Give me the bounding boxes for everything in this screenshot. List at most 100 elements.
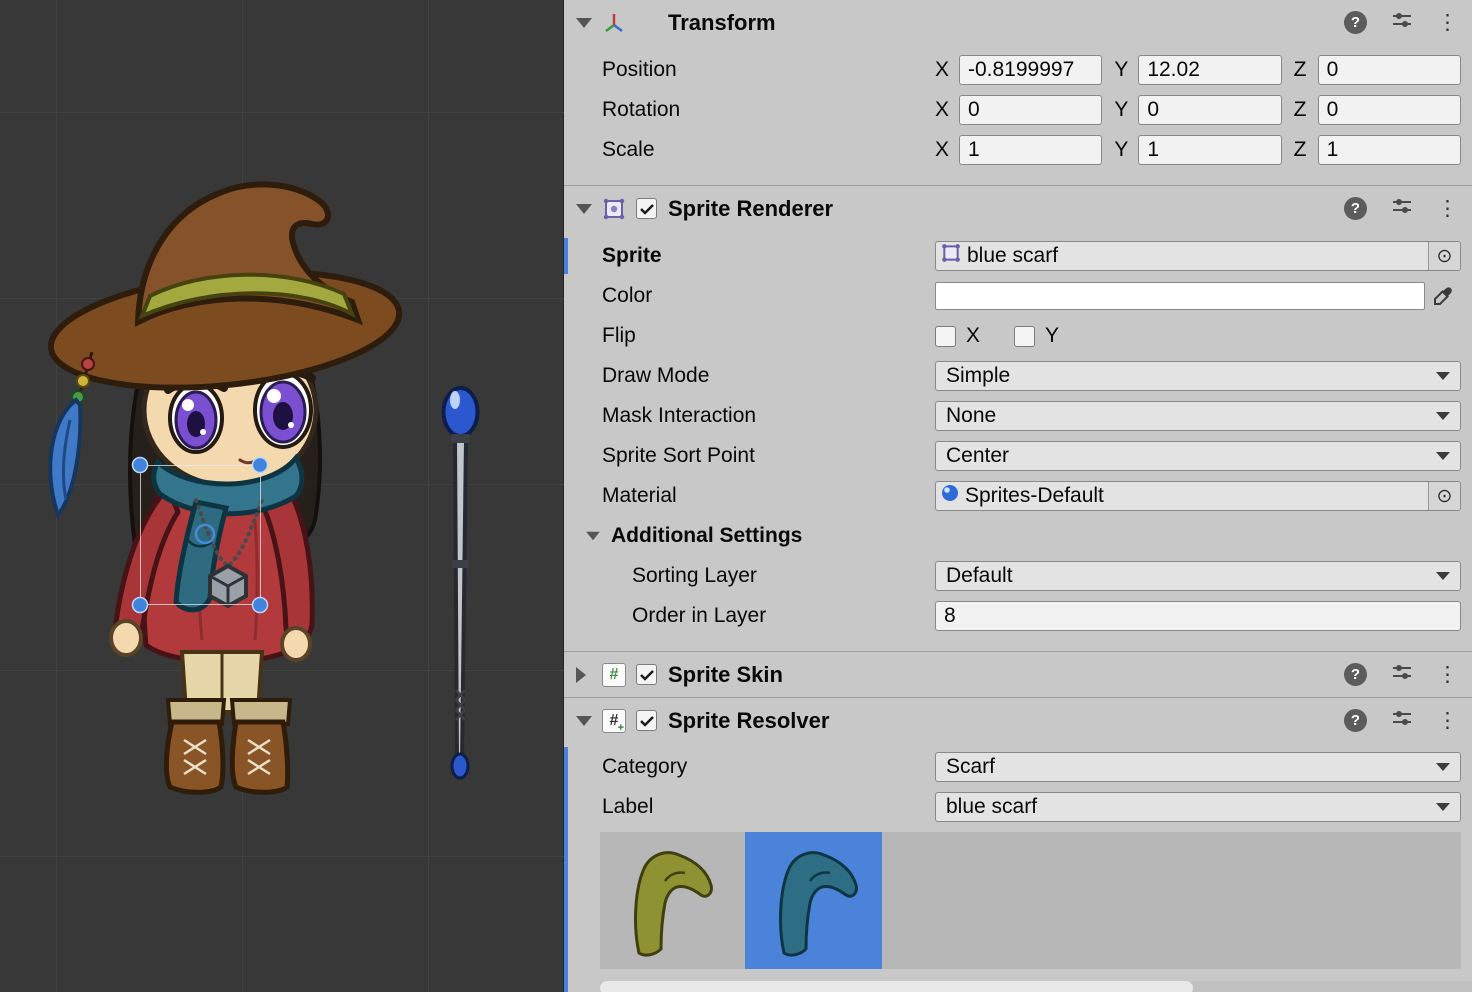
position-x-field[interactable]: -0.8199997	[959, 55, 1102, 85]
handle-top-left[interactable]	[133, 458, 148, 473]
transform-icon	[602, 11, 636, 35]
plus-glyph: +	[618, 722, 624, 734]
foldout-open-icon[interactable]	[576, 18, 592, 28]
additional-settings-label: Additional Settings	[611, 524, 944, 548]
draw-mode-value: Simple	[946, 364, 1010, 388]
material-sphere-icon	[941, 484, 959, 508]
axis-z-label: Z	[1294, 58, 1318, 82]
sorting-layer-row: Sorting Layer Default	[564, 561, 1472, 591]
menu-icon[interactable]: ⋮	[1437, 710, 1458, 731]
sprite-renderer-component: Sprite Renderer ? ⋮ Sprite	[564, 185, 1472, 651]
menu-icon[interactable]: ⋮	[1437, 664, 1458, 685]
character-sprite[interactable]	[45, 184, 405, 792]
rotation-row: Rotation X 0 Y 0 Z 0	[564, 95, 1472, 125]
material-object-value: Sprites-Default	[965, 484, 1104, 508]
component-title: Sprite Renderer	[668, 196, 833, 222]
foldout-closed-icon[interactable]	[576, 667, 586, 683]
scrollbar-thumb[interactable]	[600, 981, 1193, 992]
draw-mode-label: Draw Mode	[602, 364, 935, 388]
flip-y-checkbox[interactable]	[1014, 326, 1035, 347]
order-in-layer-field[interactable]: 8	[935, 601, 1461, 631]
help-icon[interactable]: ?	[1344, 663, 1367, 686]
sprite-object-value: blue scarf	[967, 244, 1058, 268]
rotation-label: Rotation	[602, 98, 935, 122]
foldout-open-icon[interactable]	[576, 716, 592, 726]
presets-icon[interactable]	[1391, 661, 1413, 689]
sprite-skin-component: # Sprite Skin ? ⋮	[564, 651, 1472, 697]
handle-bottom-right[interactable]	[253, 598, 268, 613]
sprite-sort-point-dropdown[interactable]: Center	[935, 441, 1461, 471]
chevron-down-icon	[1436, 452, 1450, 460]
object-picker-icon[interactable]: ⊙	[1428, 242, 1460, 270]
component-title: Sprite Resolver	[668, 708, 829, 734]
position-y-field[interactable]: 12.02	[1138, 55, 1281, 85]
presets-icon[interactable]	[1391, 707, 1413, 735]
rotation-z-field[interactable]: 0	[1318, 95, 1461, 125]
scene-view[interactable]	[0, 0, 564, 992]
label-dropdown[interactable]: blue scarf	[935, 792, 1461, 822]
presets-icon[interactable]	[1391, 195, 1413, 223]
sprite-object-field[interactable]: blue scarf ⊙	[935, 241, 1461, 271]
component-enabled-checkbox[interactable]	[636, 664, 657, 685]
position-z-field[interactable]: 0	[1318, 55, 1461, 85]
eyedropper-icon[interactable]	[1425, 286, 1461, 306]
sprite-thumbnail-icon	[941, 243, 961, 269]
material-object-field[interactable]: Sprites-Default ⊙	[935, 481, 1461, 511]
sprite-skin-header[interactable]: # Sprite Skin ? ⋮	[564, 652, 1472, 697]
sorting-layer-label: Sorting Layer	[632, 564, 935, 588]
axis-y-label: Y	[1114, 98, 1138, 122]
sprite-label: Sprite	[602, 244, 935, 268]
label-value: blue scarf	[946, 795, 1037, 819]
category-row: Category Scarf	[564, 752, 1472, 782]
thumbnail-green-scarf[interactable]	[600, 832, 737, 969]
scale-label: Scale	[602, 138, 935, 162]
transform-header[interactable]: Transform ? ⋮	[564, 0, 1472, 45]
transform-component: Transform ? ⋮ Position X -0.8199997 Y	[564, 0, 1472, 185]
foldout-open-icon[interactable]	[576, 204, 592, 214]
object-picker-icon[interactable]: ⊙	[1428, 482, 1460, 510]
menu-icon[interactable]: ⋮	[1437, 12, 1458, 33]
sorting-layer-dropdown[interactable]: Default	[935, 561, 1461, 591]
rotation-x-field[interactable]: 0	[959, 95, 1102, 125]
help-icon[interactable]: ?	[1344, 11, 1367, 34]
draw-mode-row: Draw Mode Simple	[564, 361, 1472, 391]
axis-x-label: X	[935, 98, 959, 122]
menu-icon[interactable]: ⋮	[1437, 198, 1458, 219]
help-icon[interactable]: ?	[1344, 197, 1367, 220]
scale-x-field[interactable]: 1	[959, 135, 1102, 165]
component-title: Transform	[668, 10, 776, 36]
sprite-sort-point-row: Sprite Sort Point Center	[564, 441, 1472, 471]
sprite-sort-point-label: Sprite Sort Point	[602, 444, 935, 468]
component-enabled-checkbox[interactable]	[636, 198, 657, 219]
additional-settings-foldout[interactable]: Additional Settings	[564, 521, 1472, 551]
sprite-resolver-header[interactable]: #+ Sprite Resolver ? ⋮	[564, 698, 1472, 743]
mask-interaction-dropdown[interactable]: None	[935, 401, 1461, 431]
handle-bottom-left[interactable]	[133, 598, 148, 613]
category-dropdown[interactable]: Scarf	[935, 752, 1461, 782]
draw-mode-dropdown[interactable]: Simple	[935, 361, 1461, 391]
foldout-open-icon[interactable]	[586, 532, 600, 541]
handle-top-right[interactable]	[253, 458, 268, 473]
flip-x-label: X	[966, 324, 980, 348]
staff-sprite[interactable]	[444, 388, 478, 778]
help-icon[interactable]: ?	[1344, 709, 1367, 732]
chevron-down-icon	[1436, 572, 1450, 580]
flip-x-checkbox[interactable]	[935, 326, 956, 347]
sprite-thumbnail-strip	[600, 832, 1461, 969]
component-title: Sprite Skin	[668, 662, 783, 688]
color-label: Color	[602, 284, 935, 308]
presets-icon[interactable]	[1391, 9, 1413, 37]
scale-y-field[interactable]: 1	[1138, 135, 1281, 165]
flip-y-label: Y	[1045, 324, 1059, 348]
material-row: Material Sprites-Default ⊙	[564, 481, 1472, 511]
scale-z-field[interactable]: 1	[1318, 135, 1461, 165]
sprite-renderer-icon	[602, 197, 636, 221]
thumbnail-scrollbar[interactable]	[600, 981, 1472, 992]
witch-hat	[45, 184, 405, 403]
material-label: Material	[602, 484, 935, 508]
thumbnail-blue-scarf[interactable]	[745, 832, 882, 969]
color-swatch[interactable]	[935, 282, 1425, 310]
component-enabled-checkbox[interactable]	[636, 710, 657, 731]
rotation-y-field[interactable]: 0	[1138, 95, 1281, 125]
sprite-renderer-header[interactable]: Sprite Renderer ? ⋮	[564, 186, 1472, 231]
